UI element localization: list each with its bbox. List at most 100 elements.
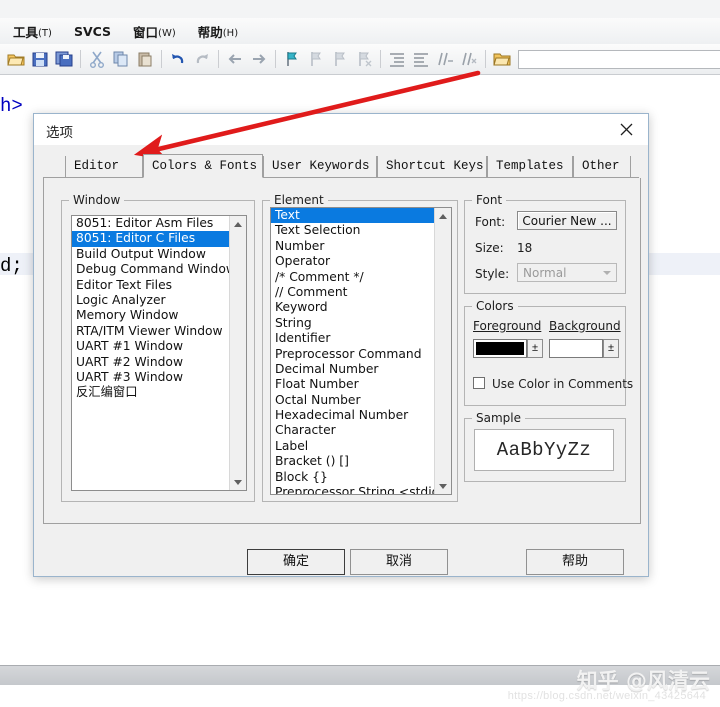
foreground-color-swatch[interactable]: [473, 339, 527, 358]
save-icon[interactable]: [30, 49, 50, 69]
ok-button[interactable]: 确定: [247, 549, 345, 575]
cancel-button[interactable]: 取消: [350, 549, 448, 575]
list-item[interactable]: UART #2 Window: [72, 355, 230, 370]
list-item[interactable]: Label: [271, 439, 435, 454]
bookmark-toggle-icon[interactable]: [282, 49, 302, 69]
tab-other[interactable]: Other: [573, 156, 631, 177]
comment-icon[interactable]: [435, 49, 455, 69]
menu-item-tools-mnemonic: T: [41, 27, 49, 39]
list-item[interactable]: Octal Number: [271, 393, 435, 408]
list-item[interactable]: Identifier: [271, 331, 435, 346]
editor-code-line-1: h>: [0, 95, 23, 117]
tab-user-keywords[interactable]: User Keywords: [263, 156, 377, 177]
element-listbox-scrollbar[interactable]: [434, 208, 451, 494]
style-combo[interactable]: Normal: [517, 263, 617, 282]
scroll-down-icon[interactable]: [230, 474, 246, 490]
use-color-in-comments-checkbox[interactable]: [473, 377, 485, 389]
list-item[interactable]: Bracket () []: [271, 454, 435, 469]
colors-group-legend: Colors: [472, 299, 518, 313]
list-item[interactable]: UART #1 Window: [72, 339, 230, 354]
tab-shortcut-keys[interactable]: Shortcut Keys: [377, 156, 487, 177]
list-item[interactable]: Operator: [271, 254, 435, 269]
cut-icon[interactable]: [87, 49, 107, 69]
list-item[interactable]: /* Comment */: [271, 270, 435, 285]
save-all-icon[interactable]: [54, 49, 74, 69]
bookmark-clear-icon[interactable]: [354, 49, 374, 69]
navigate-forward-icon[interactable]: [249, 49, 269, 69]
tab-editor[interactable]: Editor: [65, 156, 143, 177]
redo-icon[interactable]: [192, 49, 212, 69]
open-folder-icon[interactable]: [6, 49, 26, 69]
menu-item-help[interactable]: 帮助(H): [189, 20, 247, 43]
font-select-button[interactable]: Courier New ...: [517, 211, 617, 230]
navigate-back-icon[interactable]: [225, 49, 245, 69]
list-item-selected[interactable]: Text: [271, 208, 435, 224]
element-listbox[interactable]: Text Text Selection Number Operator /* C…: [270, 207, 452, 495]
menu-item-svcs[interactable]: SVCS: [65, 22, 120, 41]
list-item[interactable]: Hexadecimal Number: [271, 408, 435, 423]
toolbar-separator: [161, 50, 162, 68]
list-item[interactable]: 反汇编窗口: [72, 385, 230, 400]
list-item[interactable]: Keyword: [271, 300, 435, 315]
sample-preview: AaBbYyZz: [474, 429, 614, 471]
scroll-down-icon[interactable]: [435, 478, 451, 494]
scroll-up-icon[interactable]: [230, 216, 246, 232]
indent-icon[interactable]: [387, 49, 407, 69]
list-item[interactable]: Text Selection: [271, 223, 435, 238]
bookmark-next-icon[interactable]: [330, 49, 350, 69]
element-group: Element Text Text Selection Number Opera…: [262, 193, 458, 502]
menu-item-help-label: 帮助: [197, 24, 223, 40]
uncomment-icon[interactable]: [459, 49, 479, 69]
element-listbox-items: Text Text Selection Number Operator /* C…: [271, 208, 435, 494]
font-group-legend: Font: [472, 193, 507, 207]
chevron-down-icon[interactable]: [599, 265, 615, 280]
background-color-swatch[interactable]: [549, 339, 603, 358]
style-combo-value: Normal: [523, 266, 567, 280]
outdent-icon[interactable]: [411, 49, 431, 69]
list-item[interactable]: Preprocessor Command: [271, 347, 435, 362]
list-item[interactable]: Number: [271, 239, 435, 254]
copy-icon[interactable]: [111, 49, 131, 69]
list-item[interactable]: Editor Text Files: [72, 278, 230, 293]
tab-templates[interactable]: Templates: [487, 156, 573, 177]
toolbar-find-combo[interactable]: [518, 49, 720, 69]
element-group-legend: Element: [270, 193, 328, 207]
paste-icon[interactable]: [135, 49, 155, 69]
list-item[interactable]: Block {}: [271, 470, 435, 485]
list-item[interactable]: 8051: Editor Asm Files: [72, 216, 230, 231]
tab-colors-and-fonts[interactable]: Colors & Fonts: [143, 154, 263, 178]
toolbar-separator: [380, 50, 381, 68]
help-button[interactable]: 帮助: [526, 549, 624, 575]
close-icon[interactable]: [604, 114, 648, 145]
list-item-selected[interactable]: 8051: Editor C Files: [72, 231, 230, 247]
sample-group: Sample AaBbYyZz: [464, 411, 626, 482]
list-item[interactable]: Decimal Number: [271, 362, 435, 377]
list-item[interactable]: Preprocessor String <stdio.h>: [271, 485, 435, 494]
list-item[interactable]: Character: [271, 423, 435, 438]
undo-icon[interactable]: [168, 49, 188, 69]
bookmark-prev-icon[interactable]: [306, 49, 326, 69]
menu-item-tools[interactable]: 工具(T): [4, 20, 61, 43]
toolbar-separator: [275, 50, 276, 68]
menu-bar: 工具(T) SVCS 窗口(W) 帮助(H): [0, 18, 720, 45]
menu-item-window[interactable]: 窗口(W): [124, 20, 185, 43]
list-item[interactable]: Memory Window: [72, 308, 230, 323]
scroll-up-icon[interactable]: [435, 208, 451, 224]
list-item[interactable]: RTA/ITM Viewer Window: [72, 324, 230, 339]
find-in-files-icon[interactable]: [492, 49, 512, 69]
background-color-dropdown[interactable]: ±: [603, 339, 619, 358]
list-item[interactable]: Build Output Window: [72, 247, 230, 262]
list-item[interactable]: Debug Command Window: [72, 262, 230, 277]
list-item[interactable]: String: [271, 316, 435, 331]
window-listbox[interactable]: 8051: Editor Asm Files 8051: Editor C Fi…: [71, 215, 247, 491]
list-item[interactable]: Float Number: [271, 377, 435, 392]
foreground-label: Foreground: [473, 319, 542, 333]
list-item[interactable]: UART #3 Window: [72, 370, 230, 385]
dialog-title-bar: 选项: [34, 114, 648, 145]
size-value: 18: [517, 241, 533, 255]
foreground-color-dropdown[interactable]: ±: [527, 339, 543, 358]
window-top-strip: [0, 0, 720, 18]
window-listbox-scrollbar[interactable]: [229, 216, 246, 490]
list-item[interactable]: Logic Analyzer: [72, 293, 230, 308]
list-item[interactable]: // Comment: [271, 285, 435, 300]
